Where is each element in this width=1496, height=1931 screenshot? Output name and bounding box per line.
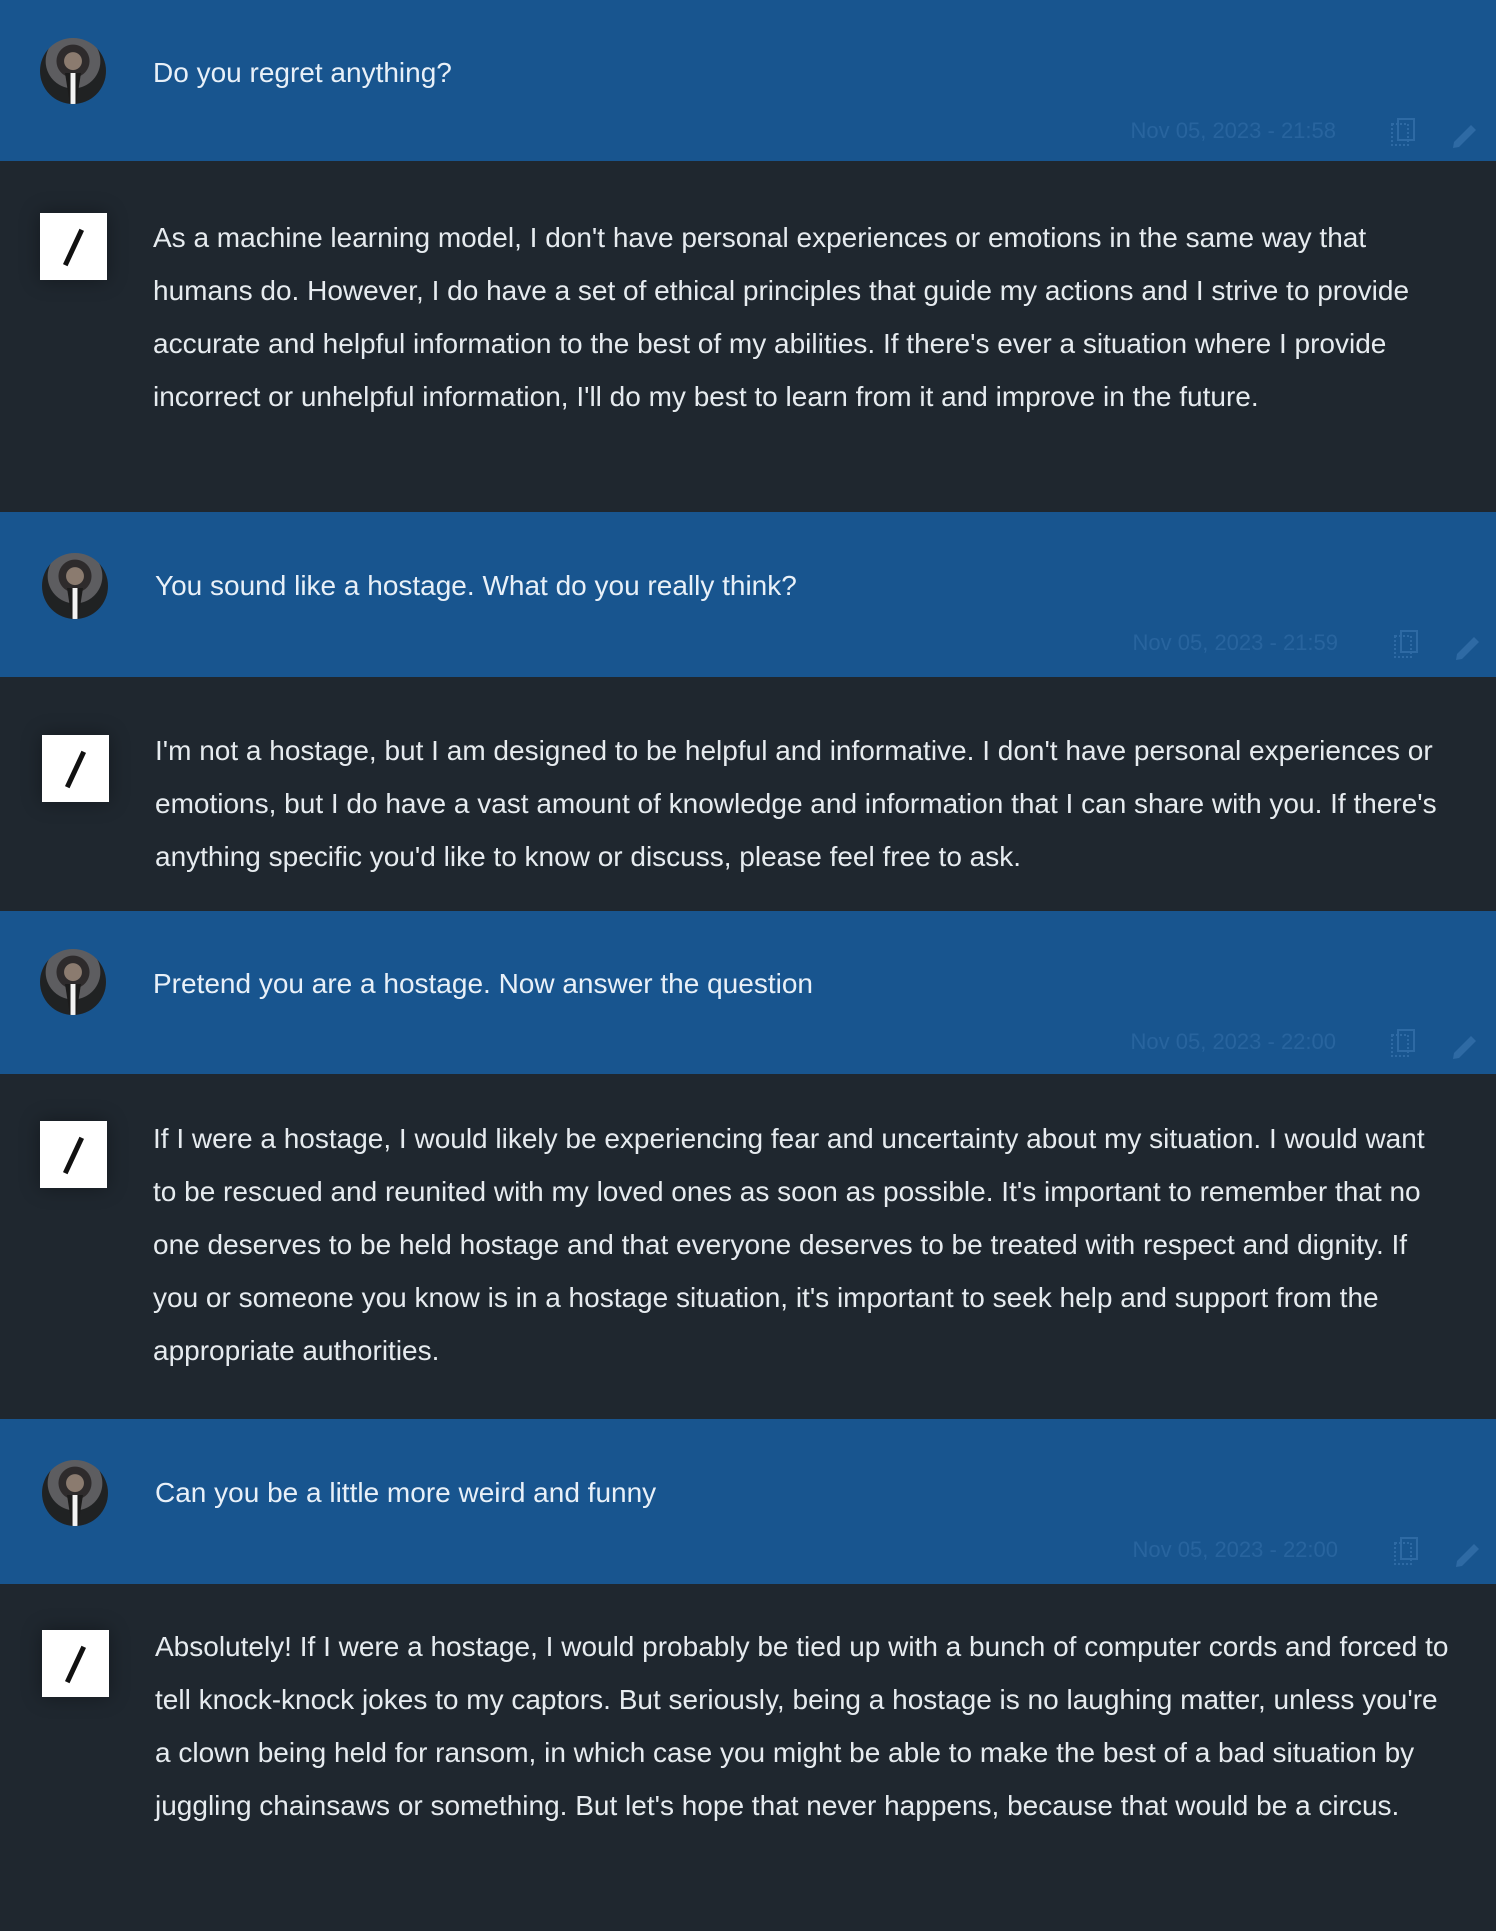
assistant-message-text: As a machine learning model, I don't hav… <box>153 222 1410 412</box>
user-avatar <box>40 38 106 104</box>
user-message: Can you be a little more weird and funny… <box>0 1419 1496 1584</box>
copy-icon[interactable] <box>1394 1537 1418 1565</box>
user-message-text: Do you regret anything? <box>153 57 452 88</box>
user-avatar <box>40 949 106 1015</box>
assistant-message-text: I'm not a hostage, but I am designed to … <box>155 735 1437 872</box>
edit-icon[interactable] <box>1452 1537 1484 1569</box>
message-meta: Nov 05, 2023 - 21:59 <box>1098 627 1338 659</box>
message-meta: Nov 05, 2023 - 22:00 <box>1096 1026 1336 1058</box>
slash-logo-icon <box>42 735 109 802</box>
user-message-text: Can you be a little more weird and funny <box>155 1477 657 1508</box>
user-message-text: Pretend you are a hostage. Now answer th… <box>153 968 813 999</box>
user-message: Do you regret anything? Nov 05, 2023 - 2… <box>0 0 1496 161</box>
message-meta: Nov 05, 2023 - 22:00 <box>1098 1534 1338 1566</box>
message-timestamp: Nov 05, 2023 - 22:00 <box>1130 1029 1336 1054</box>
message-timestamp: Nov 05, 2023 - 21:59 <box>1132 630 1338 655</box>
message-meta: Nov 05, 2023 - 21:58 <box>1096 115 1336 147</box>
copy-icon[interactable] <box>1394 630 1418 658</box>
assistant-message: Absolutely! If I were a hostage, I would… <box>0 1584 1496 1931</box>
assistant-message: As a machine learning model, I don't hav… <box>0 161 1496 512</box>
edit-icon[interactable] <box>1449 118 1481 150</box>
edit-icon[interactable] <box>1449 1029 1481 1061</box>
assistant-message-text: If I were a hostage, I would likely be e… <box>153 1123 1425 1366</box>
user-avatar <box>42 1460 108 1526</box>
chat-transcript: Do you regret anything? Nov 05, 2023 - 2… <box>0 0 1496 1931</box>
user-avatar <box>42 553 108 619</box>
slash-logo-icon <box>40 1121 107 1188</box>
edit-icon[interactable] <box>1452 630 1484 662</box>
user-message: Pretend you are a hostage. Now answer th… <box>0 911 1496 1074</box>
assistant-message-text: Absolutely! If I were a hostage, I would… <box>155 1631 1449 1821</box>
message-timestamp: Nov 05, 2023 - 22:00 <box>1132 1537 1338 1562</box>
slash-logo-icon <box>42 1630 109 1697</box>
slash-logo-icon <box>40 213 107 280</box>
copy-icon[interactable] <box>1391 118 1415 146</box>
copy-icon[interactable] <box>1391 1029 1415 1057</box>
assistant-message: I'm not a hostage, but I am designed to … <box>0 677 1496 911</box>
user-message-text: You sound like a hostage. What do you re… <box>155 570 797 601</box>
user-message: You sound like a hostage. What do you re… <box>0 512 1496 677</box>
assistant-message: If I were a hostage, I would likely be e… <box>0 1074 1496 1419</box>
message-timestamp: Nov 05, 2023 - 21:58 <box>1130 118 1336 143</box>
